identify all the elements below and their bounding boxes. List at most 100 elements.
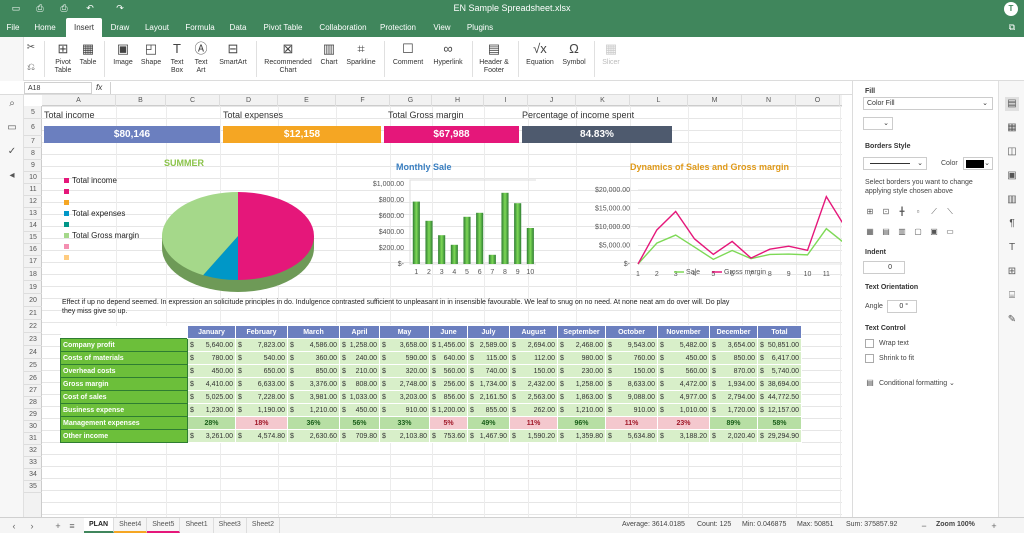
name-box[interactable]: A18 xyxy=(24,82,92,94)
table-cell[interactable]: $450.00 xyxy=(657,351,710,365)
border-right-icon[interactable]: ▢ xyxy=(913,227,923,237)
table-cell[interactable]: $780.00 xyxy=(187,351,236,365)
sheet-tab[interactable]: Sheet3 xyxy=(214,518,247,533)
table-cell[interactable]: $1,467.90 xyxy=(467,429,510,443)
table-cell[interactable]: $760.00 xyxy=(605,351,658,365)
table-cell[interactable]: $2,694.00 xyxy=(509,338,558,352)
table-cell[interactable]: $150.00 xyxy=(605,364,658,378)
table-cell[interactable]: $2,432.00 xyxy=(509,377,558,391)
table-cell[interactable]: $4,574.80 xyxy=(235,429,288,443)
tab-layout[interactable]: Layout xyxy=(140,18,174,37)
table-cell[interactable]: $9,543.00 xyxy=(605,338,658,352)
row-header[interactable]: 25 xyxy=(24,359,42,372)
cell-area[interactable]: Total income $80,146 Total expenses $12,… xyxy=(42,106,842,517)
row-header[interactable]: 12 xyxy=(24,196,42,208)
column-header[interactable]: F xyxy=(336,95,390,106)
column-header[interactable]: O xyxy=(796,95,840,106)
border-left-icon[interactable]: ▥ xyxy=(897,227,907,237)
tab-home[interactable]: Home xyxy=(30,18,60,37)
border-diag-up-icon[interactable]: ⟋ xyxy=(929,207,939,217)
row-label[interactable]: Cost of sales xyxy=(60,390,188,404)
table-cell[interactable]: $450.00 xyxy=(339,403,380,417)
table-cell[interactable]: $320.00 xyxy=(379,364,430,378)
border-inner-icon[interactable]: ╋ xyxy=(897,207,907,217)
sheet-tab[interactable]: Sheet1 xyxy=(180,518,214,533)
border-center-icon[interactable]: ▭ xyxy=(945,227,955,237)
table-cell[interactable]: $1,190.00 xyxy=(235,403,288,417)
table-cell[interactable]: $6,417.00 xyxy=(757,351,802,365)
paragraph-settings-icon[interactable]: ¶ xyxy=(1005,217,1019,231)
text-box-button[interactable]: T Text Box xyxy=(166,41,188,75)
scroll-last-sheet-icon[interactable]: › xyxy=(26,520,38,532)
table-header[interactable]: March xyxy=(287,325,340,339)
table-cell[interactable]: 11% xyxy=(509,416,558,430)
table-cell[interactable]: $50,851.00 xyxy=(757,338,802,352)
table-header[interactable]: December xyxy=(709,325,758,339)
table-cell[interactable]: $3,203.00 xyxy=(379,390,430,404)
avatar[interactable]: T xyxy=(1004,2,1018,16)
table-cell[interactable]: $2,748.00 xyxy=(379,377,430,391)
bar[interactable] xyxy=(450,244,458,264)
tab-insert[interactable]: Insert xyxy=(66,18,102,37)
table-cell[interactable]: $8,633.00 xyxy=(605,377,658,391)
bar[interactable] xyxy=(488,254,496,264)
table-cell[interactable]: 18% xyxy=(235,416,288,430)
bar[interactable] xyxy=(412,201,420,264)
chart-settings-icon[interactable]: ▥ xyxy=(1005,193,1019,207)
column-header[interactable]: L xyxy=(630,95,688,106)
table-cell[interactable]: $1,230.00 xyxy=(187,403,236,417)
table-header[interactable]: June xyxy=(429,325,468,339)
table-cell[interactable]: $1,258.00 xyxy=(339,338,380,352)
row-label[interactable]: Gross margin xyxy=(60,377,188,391)
conditional-formatting-button[interactable]: Conditional formatting ⌄ xyxy=(879,379,955,387)
tab-draw[interactable]: Draw xyxy=(106,18,134,37)
table-header[interactable]: September xyxy=(557,325,606,339)
table-cell[interactable]: $980.00 xyxy=(557,351,606,365)
image-button[interactable]: ▣ Image xyxy=(110,41,136,67)
kpi-value[interactable]: 84.83% xyxy=(522,126,672,143)
bar[interactable] xyxy=(463,216,471,264)
paragraph-text[interactable]: Effect if up no depend seemed. In expres… xyxy=(62,298,742,316)
tab-collaboration[interactable]: Collaboration xyxy=(314,18,372,37)
row-header[interactable]: 16 xyxy=(24,244,42,256)
equation-button[interactable]: √x Equation xyxy=(522,41,558,67)
row-header[interactable]: 20 xyxy=(24,294,42,307)
table-cell[interactable]: $1,359.80 xyxy=(557,429,606,443)
table-cell[interactable]: $5,634.80 xyxy=(605,429,658,443)
column-header[interactable]: G xyxy=(390,95,432,106)
row-header[interactable]: 32 xyxy=(24,445,42,457)
kpi-value[interactable]: $67,988 xyxy=(384,126,519,143)
table-cell[interactable]: $5,025.00 xyxy=(187,390,236,404)
table-cell[interactable]: 36% xyxy=(287,416,340,430)
text-art-settings-icon[interactable]: T xyxy=(1005,241,1019,255)
border-diag-down-icon[interactable]: ⟍ xyxy=(945,207,955,217)
row-label[interactable]: Other income xyxy=(60,429,188,443)
table-cell[interactable]: $590.00 xyxy=(379,351,430,365)
table-cell[interactable]: $44,772.50 xyxy=(757,390,802,404)
sheet-tab[interactable]: Sheet4 xyxy=(114,518,148,533)
border-all-icon[interactable]: ⊞ xyxy=(865,207,875,217)
row-header[interactable]: 26 xyxy=(24,372,42,385)
table-cell[interactable]: $856.00 xyxy=(429,390,468,404)
table-settings-icon[interactable]: ▦ xyxy=(1005,121,1019,135)
search-icon[interactable]: ⌕ xyxy=(4,97,20,111)
table-cell[interactable]: $6,633.00 xyxy=(235,377,288,391)
feedback-icon[interactable]: ◂ xyxy=(4,169,20,183)
column-header[interactable]: N xyxy=(742,95,796,106)
shape-settings-icon[interactable]: ◫ xyxy=(1005,145,1019,159)
table-cell[interactable]: $855.00 xyxy=(467,403,510,417)
border-middle-icon[interactable]: ▤ xyxy=(881,227,891,237)
kpi-value[interactable]: $80,146 xyxy=(44,126,220,143)
table-cell[interactable]: $1,590.20 xyxy=(509,429,558,443)
table-cell[interactable]: 11% xyxy=(605,416,658,430)
table-header[interactable]: February xyxy=(235,325,288,339)
table-cell[interactable]: $540.00 xyxy=(235,351,288,365)
bar-chart[interactable]: Monthly Sale $- $200.00 $400.00 $600.00 $800… xyxy=(326,152,536,292)
table-header[interactable]: August xyxy=(509,325,558,339)
angle-input[interactable]: 0 ° xyxy=(887,300,917,313)
comments-icon[interactable]: ▭ xyxy=(4,121,20,135)
table-cell[interactable]: $4,586.00 xyxy=(287,338,340,352)
tab-file[interactable]: File xyxy=(2,18,24,37)
table-cell[interactable]: $3,658.00 xyxy=(379,338,430,352)
table-cell[interactable]: $262.00 xyxy=(509,403,558,417)
